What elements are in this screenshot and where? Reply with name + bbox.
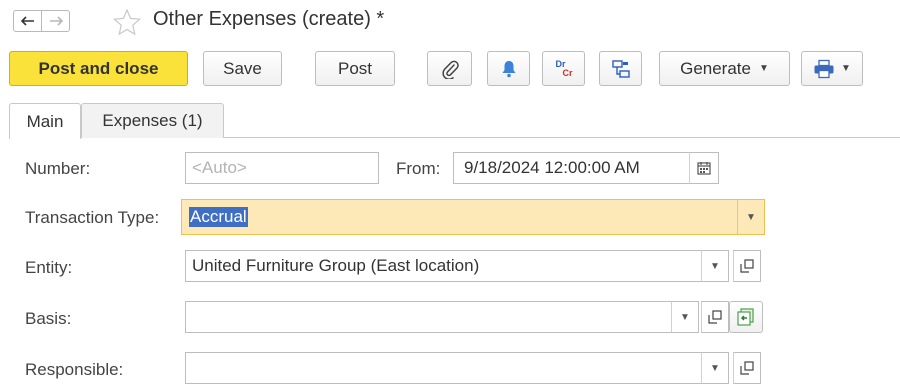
calendar-button[interactable] <box>689 152 719 184</box>
entity-open-button[interactable] <box>733 250 761 282</box>
chevron-down-icon: ▼ <box>746 211 756 223</box>
tab-main[interactable]: Main <box>9 103 81 139</box>
dr-cr-button[interactable]: Dr Cr <box>542 51 585 86</box>
basis-field[interactable] <box>185 301 672 333</box>
open-window-icon <box>740 259 754 273</box>
printer-icon <box>814 59 834 78</box>
chevron-down-icon: ▼ <box>710 362 720 374</box>
print-dropdown[interactable]: ▼ <box>801 51 863 86</box>
structure-button[interactable] <box>599 51 642 86</box>
dr-cr-icon: Dr Cr <box>554 59 573 78</box>
transaction-type-value: Accrual <box>189 207 248 227</box>
responsible-dropdown-button[interactable]: ▼ <box>701 352 729 384</box>
entity-field[interactable]: United Furniture Group (East location) <box>185 250 702 282</box>
chevron-down-icon: ▼ <box>710 260 720 272</box>
open-window-icon <box>740 361 754 375</box>
save-button[interactable]: Save <box>203 51 282 86</box>
calendar-icon <box>697 162 711 175</box>
back-button[interactable] <box>13 10 42 32</box>
from-date-field[interactable]: 9/18/2024 12:00:00 AM <box>453 152 690 184</box>
transaction-type-label: Transaction Type: <box>25 208 160 227</box>
fill-from-basis-icon <box>737 308 754 326</box>
responsible-open-button[interactable] <box>733 352 761 384</box>
open-window-icon <box>708 310 722 324</box>
chevron-down-icon: ▼ <box>758 63 769 74</box>
bell-icon <box>502 60 515 77</box>
tab-expenses[interactable]: Expenses (1) <box>81 103 224 138</box>
transaction-type-dropdown-button[interactable]: ▼ <box>737 199 765 235</box>
chevron-down-icon: ▼ <box>680 311 690 323</box>
entity-label: Entity: <box>25 258 73 277</box>
favorite-star-icon[interactable] <box>112 8 142 36</box>
basis-label: Basis: <box>25 309 72 328</box>
back-arrow-icon <box>20 16 34 26</box>
number-field[interactable]: <Auto> <box>185 152 379 184</box>
generate-dropdown[interactable]: Generate ▼ <box>659 51 790 86</box>
attachments-button[interactable] <box>427 51 472 86</box>
basis-dropdown-button[interactable]: ▼ <box>671 301 699 333</box>
number-label: Number: <box>25 159 91 178</box>
entity-dropdown-button[interactable]: ▼ <box>701 250 729 282</box>
forward-button[interactable] <box>41 10 70 32</box>
fill-basis-button[interactable] <box>729 301 763 333</box>
chevron-down-icon: ▼ <box>841 63 851 74</box>
window-title: Other Expenses (create) * <box>153 8 385 30</box>
forward-arrow-icon <box>49 16 63 26</box>
reminder-button[interactable] <box>487 51 530 86</box>
responsible-field[interactable] <box>185 352 702 384</box>
responsible-label: Responsible: <box>25 360 124 379</box>
basis-open-button[interactable] <box>701 301 729 333</box>
from-label: From: <box>396 159 441 178</box>
structure-icon <box>611 59 630 78</box>
generate-label: Generate <box>680 58 751 78</box>
paperclip-icon <box>441 60 459 79</box>
post-button[interactable]: Post <box>315 51 395 86</box>
post-and-close-button[interactable]: Post and close <box>9 51 188 86</box>
transaction-type-field[interactable]: Accrual <box>181 199 738 235</box>
cr-label: Cr <box>562 67 573 78</box>
